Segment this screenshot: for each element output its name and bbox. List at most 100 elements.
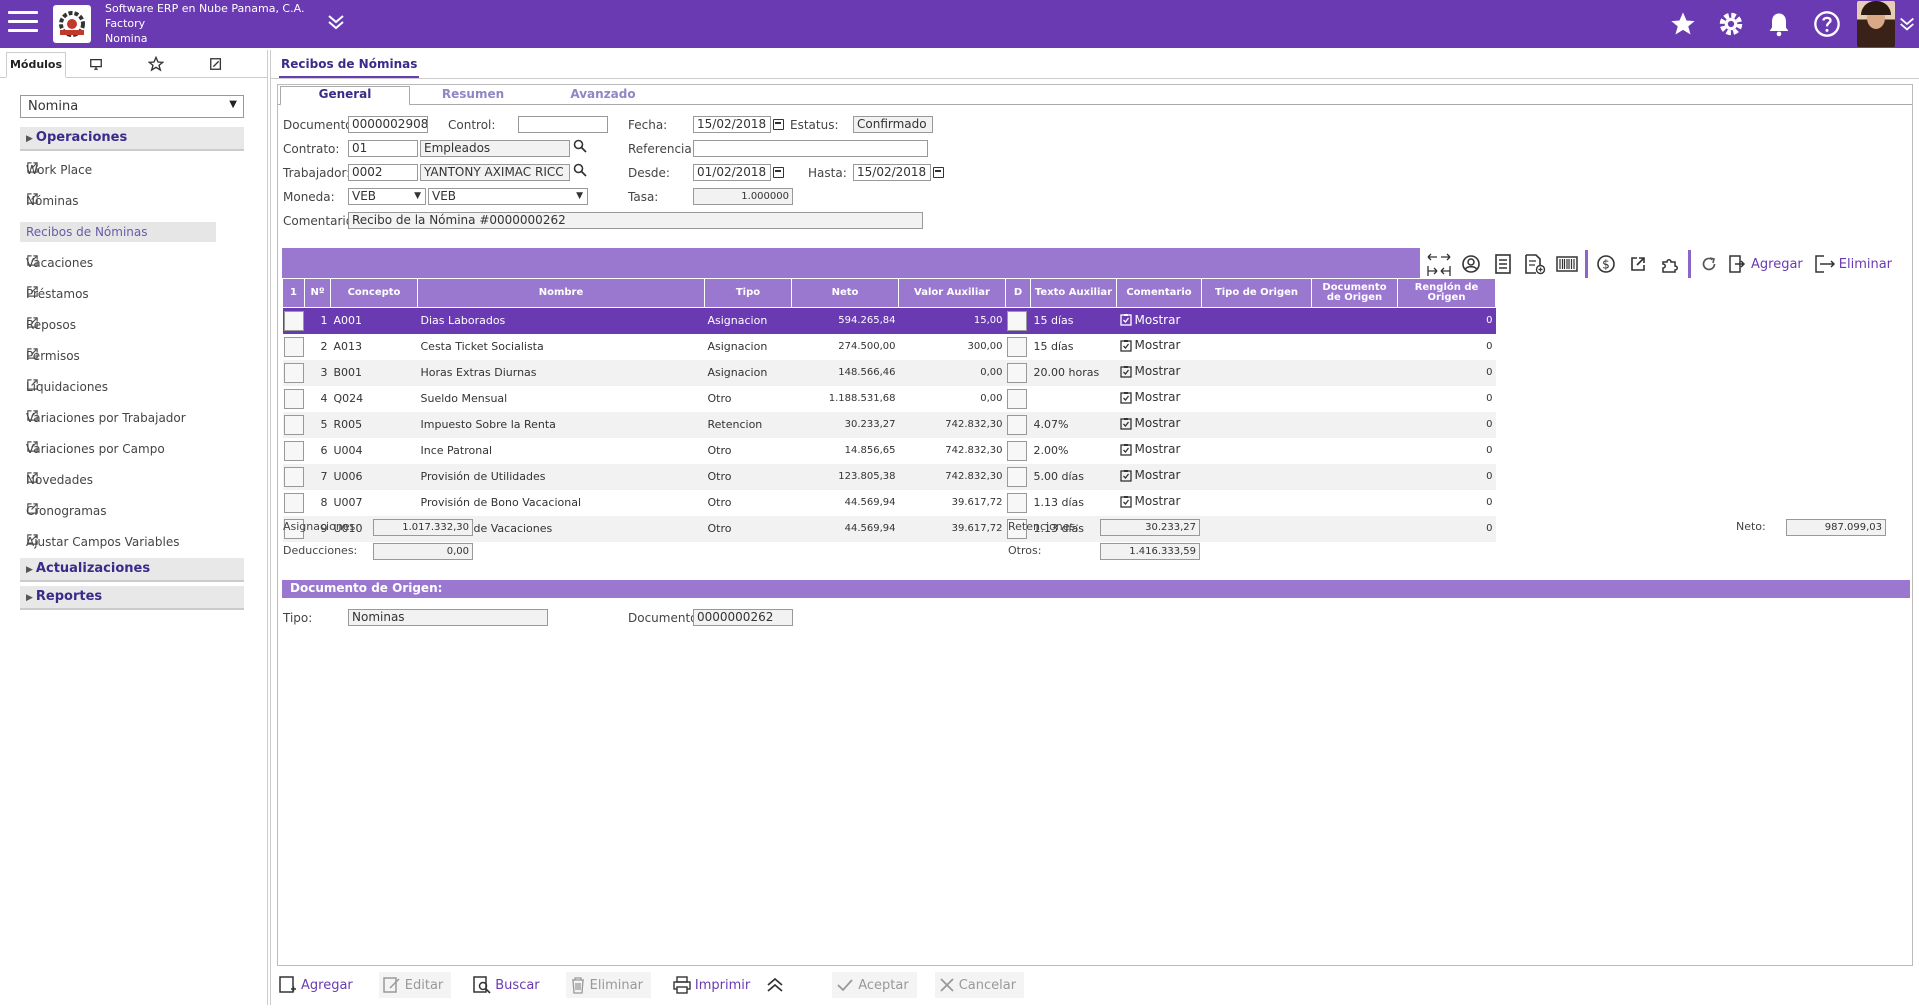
fecha-field[interactable]: 15/02/2018 xyxy=(693,116,771,133)
search-icon[interactable] xyxy=(573,139,587,157)
row-checkbox[interactable] xyxy=(283,440,304,461)
section-reportes[interactable]: ▶ Reportes xyxy=(20,586,244,610)
row-select-cell[interactable] xyxy=(282,333,305,360)
dollar-circle-icon[interactable]: $ xyxy=(1590,250,1622,278)
moneda-code-select[interactable]: VEB ▼ xyxy=(348,188,426,205)
delete-row-icon[interactable] xyxy=(1813,250,1837,278)
column-header[interactable]: Tipo de Origen xyxy=(1201,278,1312,308)
subtab-general[interactable]: General xyxy=(280,86,410,106)
tab-modulos[interactable]: Módulos xyxy=(6,52,66,78)
column-header[interactable]: Tipo xyxy=(704,278,792,308)
document-list-icon[interactable] xyxy=(1487,250,1519,278)
moneda-name-select[interactable]: VEB ▼ xyxy=(428,188,588,205)
row-select-cell[interactable] xyxy=(282,411,305,438)
d-cell[interactable] xyxy=(1005,359,1031,386)
d-checkbox[interactable] xyxy=(1006,362,1027,383)
sidebar-item-reposos[interactable]: Reposos xyxy=(20,309,244,340)
mostrar-link[interactable]: Mostrar xyxy=(1119,390,1180,404)
section-operaciones[interactable]: ▶ Operaciones xyxy=(20,127,244,151)
sidebar-item-variaciones-campo[interactable]: Variaciones por Campo xyxy=(20,433,244,464)
resize-columns-icon[interactable] xyxy=(1423,250,1455,278)
row-select-cell[interactable] xyxy=(282,463,305,490)
tab-recibos-de-nominas[interactable]: Recibos de Nóminas xyxy=(279,54,420,78)
subtab-avanzado[interactable]: Avanzado xyxy=(548,87,658,105)
puzzle-icon[interactable] xyxy=(1654,250,1686,278)
table-row[interactable]: 4 Q024 Sueldo Mensual Otro 1.188.531,68 0,00 M… xyxy=(282,385,1496,412)
column-header[interactable]: Nº xyxy=(304,278,331,308)
sidebar-item-prestamos[interactable]: Préstamos xyxy=(20,278,244,309)
aceptar-button[interactable]: Aceptar xyxy=(832,972,917,998)
d-cell[interactable] xyxy=(1005,411,1031,438)
monitor-icon[interactable] xyxy=(66,51,126,77)
d-cell[interactable] xyxy=(1005,307,1031,334)
gear-icon[interactable] xyxy=(1707,9,1755,39)
row-checkbox[interactable] xyxy=(283,336,304,357)
sidebar-item-nominas[interactable]: Nóminas xyxy=(20,185,244,216)
double-chevron-down-icon[interactable] xyxy=(326,12,346,35)
sidebar-item-work-place[interactable]: Work Place xyxy=(20,154,244,185)
row-select-cell[interactable] xyxy=(282,489,305,516)
table-row[interactable]: 2 A013 Cesta Ticket Socialista Asignacion 27… xyxy=(282,333,1496,360)
d-checkbox[interactable] xyxy=(1006,492,1027,513)
column-header[interactable]: Comentario xyxy=(1116,278,1202,308)
column-header[interactable]: 1 xyxy=(282,278,305,308)
cancelar-button[interactable]: Cancelar xyxy=(934,972,1025,998)
double-chevron-up-icon[interactable] xyxy=(762,972,792,998)
column-header[interactable]: Nombre xyxy=(417,278,705,308)
sidebar-item-recibos-de-nominas[interactable]: Recibos de Nóminas xyxy=(20,216,244,247)
trabajador-code-field[interactable]: 0002 xyxy=(348,164,418,181)
agregar-button[interactable]: Agregar xyxy=(275,972,361,998)
section-actualizaciones[interactable]: ▶ Actualizaciones xyxy=(20,558,244,582)
grid-eliminar-button[interactable]: Eliminar xyxy=(1839,257,1892,272)
star-icon[interactable] xyxy=(1659,10,1707,38)
bell-icon[interactable] xyxy=(1755,10,1803,38)
d-checkbox[interactable] xyxy=(1006,466,1027,487)
sidebar-item-permisos[interactable]: Permisos xyxy=(20,340,244,371)
column-header[interactable]: Documento de Origen xyxy=(1311,278,1398,308)
column-header[interactable]: Renglón de Origen xyxy=(1397,278,1496,308)
contrato-code-field[interactable]: 01 xyxy=(348,140,418,157)
mostrar-link[interactable]: Mostrar xyxy=(1119,468,1180,482)
row-checkbox[interactable] xyxy=(283,492,304,513)
mostrar-link[interactable]: Mostrar xyxy=(1119,442,1180,456)
column-header[interactable]: Concepto xyxy=(330,278,418,308)
eliminar-button[interactable]: Eliminar xyxy=(565,972,651,998)
control-field[interactable] xyxy=(518,116,608,133)
d-cell[interactable] xyxy=(1005,385,1031,412)
row-checkbox[interactable] xyxy=(283,362,304,383)
table-row[interactable]: 1 A001 Dias Laborados Asignacion 594.265,84 1… xyxy=(282,307,1496,334)
sidebar-item-liquidaciones[interactable]: Liquidaciones xyxy=(20,371,244,402)
row-select-cell[interactable] xyxy=(282,385,305,412)
documento-field[interactable]: 0000002908 xyxy=(348,116,428,133)
barcode-icon[interactable] xyxy=(1551,250,1583,278)
avatar-chevron-down-icon[interactable] xyxy=(1895,15,1919,33)
mostrar-link[interactable]: Mostrar xyxy=(1119,416,1180,430)
desde-field[interactable]: 01/02/2018 xyxy=(693,164,771,181)
row-checkbox[interactable] xyxy=(283,466,304,487)
d-cell[interactable] xyxy=(1005,437,1031,464)
d-cell[interactable] xyxy=(1005,489,1031,516)
row-checkbox[interactable] xyxy=(283,310,304,331)
hasta-field[interactable]: 15/02/2018 xyxy=(853,164,931,181)
external-link-icon[interactable] xyxy=(1622,250,1654,278)
d-cell[interactable] xyxy=(1005,463,1031,490)
row-select-cell[interactable] xyxy=(282,359,305,386)
referencia-field[interactable] xyxy=(693,140,928,157)
grid-agregar-button[interactable]: Agregar xyxy=(1751,257,1803,272)
add-row-icon[interactable] xyxy=(1725,250,1749,278)
user-avatar[interactable] xyxy=(1857,1,1895,47)
favorites-star-icon[interactable] xyxy=(126,51,186,77)
column-header[interactable]: Texto Auxiliar xyxy=(1030,278,1117,308)
module-select[interactable]: Nomina ▼ xyxy=(20,95,244,118)
table-row[interactable]: 7 U006 Provisión de Utilidades Otro 123.805,… xyxy=(282,463,1496,490)
editar-button[interactable]: Editar xyxy=(378,972,452,998)
help-icon[interactable] xyxy=(1803,10,1851,38)
row-checkbox[interactable] xyxy=(283,414,304,435)
d-checkbox[interactable] xyxy=(1006,414,1027,435)
sidebar-item-variaciones-trabajador[interactable]: Variaciones por Trabajador xyxy=(20,402,244,433)
mostrar-link[interactable]: Mostrar xyxy=(1119,338,1180,352)
buscar-button[interactable]: Buscar xyxy=(469,972,547,998)
column-header[interactable]: Valor Auxiliar xyxy=(898,278,1006,308)
table-row[interactable]: 8 U007 Provisión de Bono Vacacional Otro 44.… xyxy=(282,489,1496,516)
d-checkbox[interactable] xyxy=(1006,440,1027,461)
